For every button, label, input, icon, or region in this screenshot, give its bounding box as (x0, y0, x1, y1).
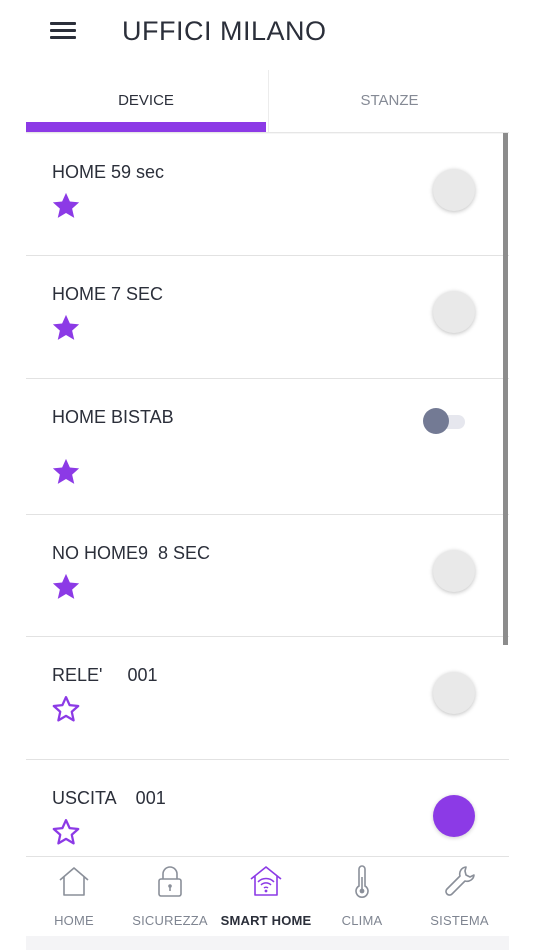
device-name: HOME 59 sec (52, 162, 165, 182)
star-filled-icon[interactable] (51, 572, 81, 602)
nav-label: SMART HOME (220, 913, 312, 928)
device-name: HOME 7 SEC (52, 284, 164, 304)
device-row: NO HOME9 8 SEC (26, 515, 509, 637)
device-row: USCITA 001 (26, 760, 509, 856)
device-power-button[interactable] (433, 291, 475, 333)
wrench-icon (444, 866, 475, 896)
device-toggle-switch[interactable] (423, 407, 467, 435)
nav-item-sicurezza[interactable]: SICUREZZA (122, 857, 218, 937)
tab-stanze[interactable]: STANZE (268, 70, 509, 132)
device-power-button[interactable] (433, 795, 475, 837)
list-scrollbar[interactable] (503, 133, 508, 645)
device-row: HOME 7 SEC (26, 256, 509, 379)
thermometer-icon (355, 865, 369, 898)
device-row: HOME BISTAB (26, 379, 509, 515)
device-name: USCITA 001 (52, 788, 166, 808)
star-filled-icon[interactable] (51, 191, 81, 221)
star-filled-icon[interactable] (51, 457, 81, 487)
device-name: NO HOME9 8 SEC (52, 543, 211, 563)
nav-item-home[interactable]: HOME (26, 857, 122, 937)
devices-panel: DEVICE STANZE HOME 59 sec HOME 7 SEC HOM… (26, 70, 509, 856)
toggle-knob (423, 408, 449, 434)
active-tab-indicator (26, 122, 266, 132)
padlock-icon (158, 866, 182, 897)
device-name: HOME BISTAB (52, 407, 174, 427)
nav-item-sistema[interactable]: SISTEMA (410, 857, 509, 937)
page-title: UFFICI MILANO (122, 16, 327, 46)
device-row: RELE' 001 (26, 637, 509, 760)
device-power-button[interactable] (433, 550, 475, 592)
app-header: UFFICI MILANO (0, 0, 534, 66)
nav-label: HOME (54, 913, 94, 928)
hamburger-menu-icon[interactable] (50, 20, 76, 42)
device-name: RELE' 001 (52, 665, 158, 685)
star-filled-icon[interactable] (51, 313, 81, 343)
nav-item-clima[interactable]: CLIMA (314, 857, 410, 937)
device-row: HOME 59 sec (26, 134, 509, 256)
smart-home-wifi-icon (250, 866, 282, 896)
nav-item-smart-home[interactable]: SMART HOME (218, 857, 314, 937)
house-icon (59, 867, 89, 896)
device-power-button[interactable] (433, 672, 475, 714)
nav-label: CLIMA (341, 913, 383, 928)
nav-label: SICUREZZA (132, 913, 208, 928)
tab-bar: DEVICE STANZE (26, 70, 509, 133)
star-outline-icon[interactable] (51, 817, 81, 847)
bottom-navigation: HOME SICUREZZA SMART HOME CLIMA SISTEMA (26, 856, 509, 937)
star-outline-icon[interactable] (51, 694, 81, 724)
bottom-strip (26, 936, 509, 950)
device-power-button[interactable] (433, 169, 475, 211)
nav-label: SISTEMA (430, 913, 489, 928)
